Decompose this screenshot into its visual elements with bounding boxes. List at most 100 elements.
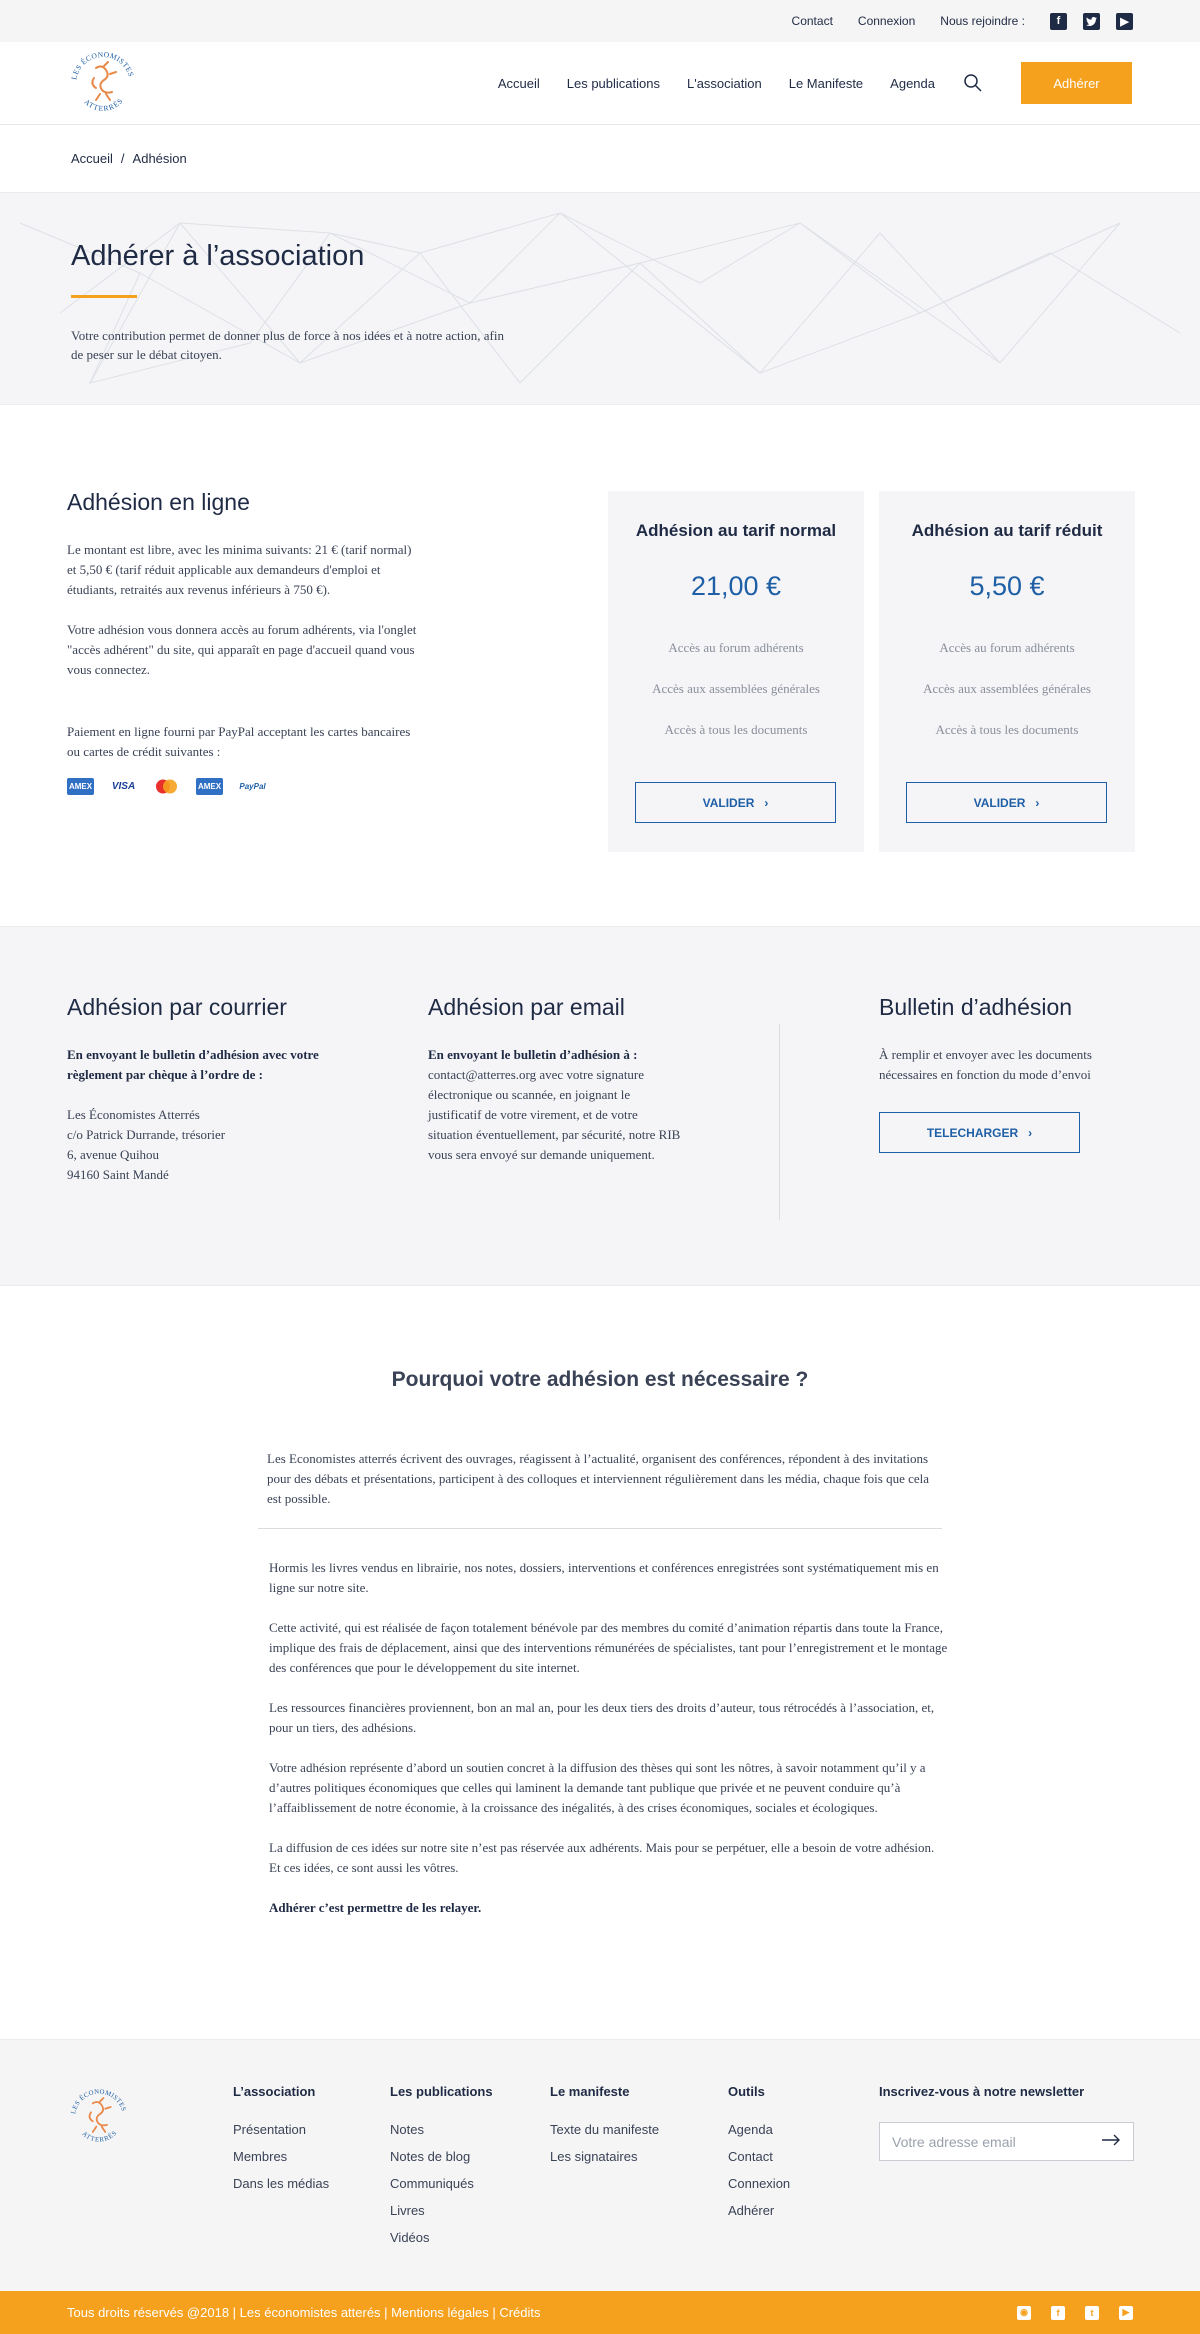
footer-link[interactable]: Agenda [728,2121,790,2138]
facebook-icon[interactable]: f [1050,12,1067,30]
online-paragraph-2: Votre adhésion vous donnera accès au for… [67,622,417,677]
topbar-contact-link[interactable]: Contact [792,14,833,28]
footer-col-association: L’association Présentation Membres Dans … [233,2084,329,2202]
breadcrumb: Accueil / Adhésion [0,125,1200,193]
amex-icon: AMEX [196,778,223,795]
footer-col-publications: Les publications Notes Notes de blog Com… [390,2084,493,2256]
breadcrumb-separator: / [120,151,125,166]
online-paragraph-3: Paiement en ligne fourni par PayPal acce… [67,724,411,759]
site-logo[interactable]: LES ÉCONOMISTES ATTERRÉS [66,44,140,123]
paypal-icon: PayPal [239,782,266,791]
bulletin-text: À remplir et envoyer avec les documents … [879,1047,1092,1082]
card-normal: Adhésion au tarif normal 21,00 € Accès a… [608,491,864,852]
card-normal-feature-2: Accès aux assemblées générales [652,681,820,696]
card-reduit: Adhésion au tarif réduit 5,50 € Accès au… [879,491,1135,852]
valider-reduit-label: VALIDER [973,795,1026,810]
arrow-right-icon[interactable] [1101,2133,1121,2151]
why-paragraph: Les ressources financières proviennent, … [269,1700,935,1735]
card-normal-feature-1: Accès au forum adhérents [668,640,804,655]
main-nav: Accueil Les publications L'association L… [471,62,1132,104]
footer-link[interactable]: Texte du manifeste [550,2121,659,2138]
rss-icon[interactable]: ◉ [1017,2305,1031,2320]
amex-icon: AMEX [67,778,94,795]
valider-reduit-button[interactable]: VALIDER › [906,782,1107,823]
bottom-bar: Tous droits réservés @2018 | Les économi… [0,2291,1200,2334]
adherer-button[interactable]: Adhérer [1021,62,1132,104]
footer-heading: Outils [728,2084,765,2099]
title-underline [71,295,137,298]
card-reduit-feature-3: Accès à tous les documents [935,722,1079,737]
footer-link[interactable]: Notes de blog [390,2148,493,2165]
nav-association[interactable]: L'association [687,76,762,91]
online-info: Adhésion en ligne Le montant est libre, … [67,489,422,795]
footer-link[interactable]: Présentation [233,2121,329,2138]
card-normal-price: 21,00 € [690,571,782,601]
footer-heading: Le manifeste [550,2084,630,2099]
why-body: Hormis les livres vendus en librairie, n… [269,1558,949,1938]
facebook-icon[interactable]: f [1051,2305,1065,2320]
footer-link[interactable]: Adhérer [728,2202,790,2219]
topbar-social: f ▶ [1050,12,1133,30]
courier-address-3: 6, avenue Quihou [67,1147,160,1162]
footer-link[interactable]: Contact [728,2148,790,2165]
courier-column: Adhésion par courrier En envoyant le bul… [67,994,337,1185]
nav-publications[interactable]: Les publications [567,76,660,91]
courier-title: Adhésion par courrier [67,994,287,1020]
why-title: Pourquoi votre adhésion est nécessaire ? [391,1368,809,1391]
footer-link[interactable]: Membres [233,2148,329,2165]
why-paragraph: Cette activité, qui est réalisée de faço… [269,1620,948,1675]
online-title: Adhésion en ligne [67,489,250,515]
twitter-icon[interactable]: t [1085,2305,1099,2320]
topbar-connexion-link[interactable]: Connexion [858,14,915,28]
svg-text:ATTERRÉS: ATTERRÉS [82,95,125,112]
courier-address-2: c/o Patrick Durrande, trésorier [67,1127,226,1142]
page-hero: Adhérer à l’association Votre contributi… [0,193,1200,405]
card-reduit-feature-1: Accès au forum adhérents [939,640,1075,655]
online-membership-section: Adhésion en ligne Le montant est libre, … [0,405,1200,926]
footer-link[interactable]: Vidéos [390,2229,493,2246]
search-icon[interactable] [963,73,983,93]
breadcrumb-home[interactable]: Accueil [71,151,113,166]
footer-logo[interactable]: LES ÉCONOMISTES ATTERRÉS [66,2082,132,2148]
bottom-social: ◉ f t ▶ [997,2305,1133,2320]
visa-icon: VISA [111,781,136,792]
newsletter-email-input[interactable] [892,2133,1101,2150]
youtube-icon[interactable]: ▶ [1119,2305,1133,2320]
why-section: Pourquoi votre adhésion est nécessaire ?… [0,1286,1200,2039]
valider-normal-label: VALIDER [702,795,755,810]
nav-agenda[interactable]: Agenda [890,76,935,91]
email-column: Adhésion par email En envoyant le bullet… [428,994,683,1165]
footer-link[interactable]: Notes [390,2121,493,2138]
footer-link[interactable]: Dans les médias [233,2175,329,2192]
valider-normal-button[interactable]: VALIDER › [635,782,836,823]
courier-address-1: Les Économistes Atterrés [67,1107,200,1122]
card-normal-title: Adhésion au tarif normal [635,521,837,540]
svg-text:LES ÉCONOMISTES: LES ÉCONOMISTES [69,49,136,80]
email-lead: En envoyant le bulletin d’adhésion à : [428,1047,638,1062]
footer-link[interactable]: Communiqués [390,2175,493,2192]
bulletin-column: Bulletin d’adhésion À remplir et envoyer… [879,994,1119,1153]
twitter-icon[interactable] [1083,12,1100,30]
footer-link[interactable]: Livres [390,2202,493,2219]
youtube-icon[interactable]: ▶ [1116,12,1133,30]
breadcrumb-current: Adhésion [132,151,187,166]
network-background [19,212,1181,384]
why-paragraph: La diffusion de ces idées sur notre site… [269,1840,935,1875]
telecharger-button[interactable]: TELECHARGER › [879,1112,1080,1153]
site-footer: LES ÉCONOMISTES ATTERRÉS L’association P… [0,2039,1200,2291]
copyright-text: Tous droits réservés @2018 | Les économi… [67,2305,541,2320]
footer-link[interactable]: Les signataires [550,2148,659,2165]
card-reduit-title: Adhésion au tarif réduit [911,521,1103,540]
why-intro: Les Economistes atterrés écrivent des ou… [267,1451,930,1506]
footer-col-newsletter: Inscrivez-vous à notre newsletter [879,2084,1084,2121]
svg-text:ATTERRÉS: ATTERRÉS [80,2129,118,2143]
telecharger-label: TELECHARGER [926,1125,1019,1140]
footer-link[interactable]: Connexion [728,2175,790,2192]
nav-accueil[interactable]: Accueil [498,76,540,91]
column-divider [779,1024,780,1220]
nav-manifeste[interactable]: Le Manifeste [789,76,863,91]
topbar-rejoindre-label: Nous rejoindre : [940,14,1025,28]
card-reduit-feature-2: Accès aux assemblées générales [923,681,1091,696]
top-bar: Contact Connexion Nous rejoindre : f ▶ [0,0,1200,42]
chevron-right-icon: › [1028,1125,1033,1140]
